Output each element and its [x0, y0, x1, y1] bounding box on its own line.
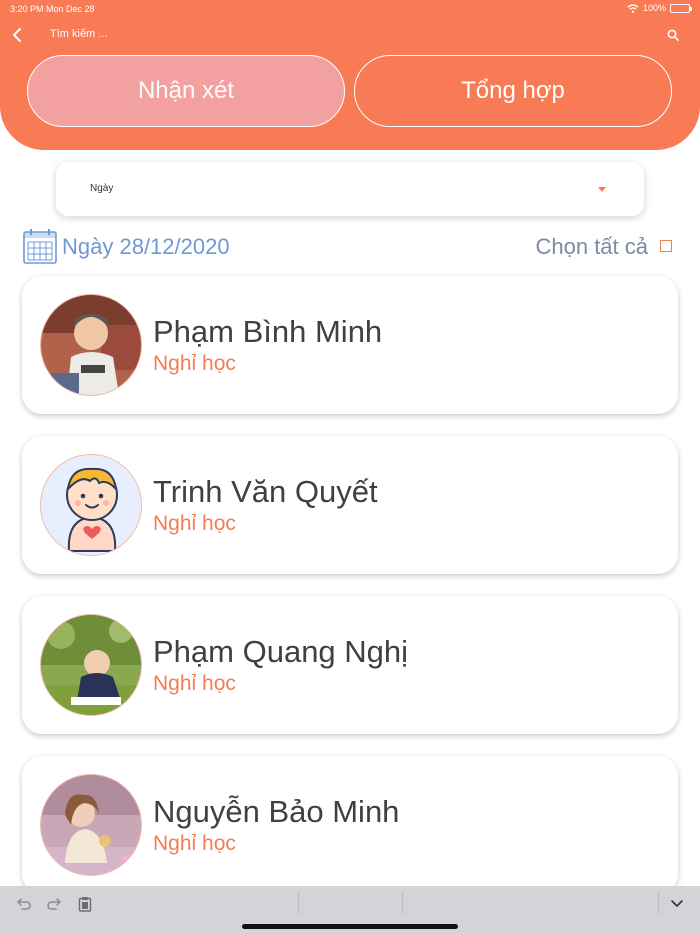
battery-percent: 100% [642, 3, 666, 13]
attendance-status: Nghỉ học [153, 352, 236, 375]
student-name: Phạm Bình Minh [153, 314, 383, 349]
date-row: Ngày 28/12/2020 Chọn tất cả [22, 227, 678, 267]
attendance-status: Nghỉ học [153, 512, 236, 535]
student-card[interactable]: Phạm Bình Minh Nghỉ học [22, 276, 678, 414]
selected-date[interactable]: Ngày 28/12/2020 [62, 234, 230, 260]
divider [402, 892, 403, 914]
status-bar: 3:20 PM Mon Dec 28 100% [0, 0, 700, 18]
select-all-checkbox[interactable] [660, 240, 672, 252]
divider [298, 892, 299, 914]
chevron-left-icon [13, 28, 21, 42]
avatar [40, 294, 142, 396]
undo-icon [17, 898, 31, 910]
select-all-label[interactable]: Chọn tất cả [535, 234, 648, 260]
attendance-status: Nghỉ học [153, 672, 236, 695]
calendar-icon[interactable] [22, 227, 58, 265]
redo-button[interactable] [42, 894, 66, 914]
avatar [40, 454, 142, 556]
clipboard-icon [78, 897, 92, 912]
back-button[interactable] [8, 24, 26, 46]
caret-down-icon [598, 187, 606, 192]
child-photo-icon [41, 775, 141, 875]
student-name: Nguyễn Bảo Minh [153, 794, 400, 829]
filter-selected-value: Ngày [90, 183, 114, 194]
search-icon [667, 29, 679, 41]
search-button[interactable] [664, 25, 682, 45]
battery-icon [670, 3, 692, 13]
chevron-down-icon [671, 900, 683, 907]
student-card[interactable]: Trinh Văn Quyết Nghỉ học [22, 436, 678, 574]
student-card[interactable]: Phạm Quang Nghị Nghỉ học [22, 596, 678, 734]
avatar [40, 774, 142, 876]
student-name: Trinh Văn Quyết [153, 474, 378, 509]
dismiss-keyboard-button[interactable] [665, 894, 689, 914]
topbar: Tìm kiếm ... [0, 22, 700, 48]
status-time: 3:20 PM Mon Dec 28 [10, 4, 95, 14]
attendance-status: Nghỉ học [153, 832, 236, 855]
tab-nhan-xet[interactable]: Nhận xét [27, 55, 345, 127]
filter-dropdown[interactable]: Ngày [56, 162, 644, 216]
wifi-icon [627, 3, 639, 13]
redo-icon [47, 898, 61, 910]
divider [658, 892, 659, 914]
status-right: 100% [627, 3, 692, 13]
tab-tong-hop[interactable]: Tổng hợp [354, 55, 672, 127]
child-photo-icon [41, 295, 141, 395]
search-input[interactable]: Tìm kiếm ... [50, 28, 107, 40]
undo-button[interactable] [12, 894, 36, 914]
avatar [40, 614, 142, 716]
child-photo-icon [41, 615, 141, 715]
student-card[interactable]: Nguyễn Bảo Minh Nghỉ học [22, 756, 678, 894]
home-indicator [242, 924, 458, 929]
baby-cartoon-icon [41, 455, 141, 555]
paste-button[interactable] [73, 894, 97, 914]
student-name: Phạm Quang Nghị [153, 634, 409, 669]
